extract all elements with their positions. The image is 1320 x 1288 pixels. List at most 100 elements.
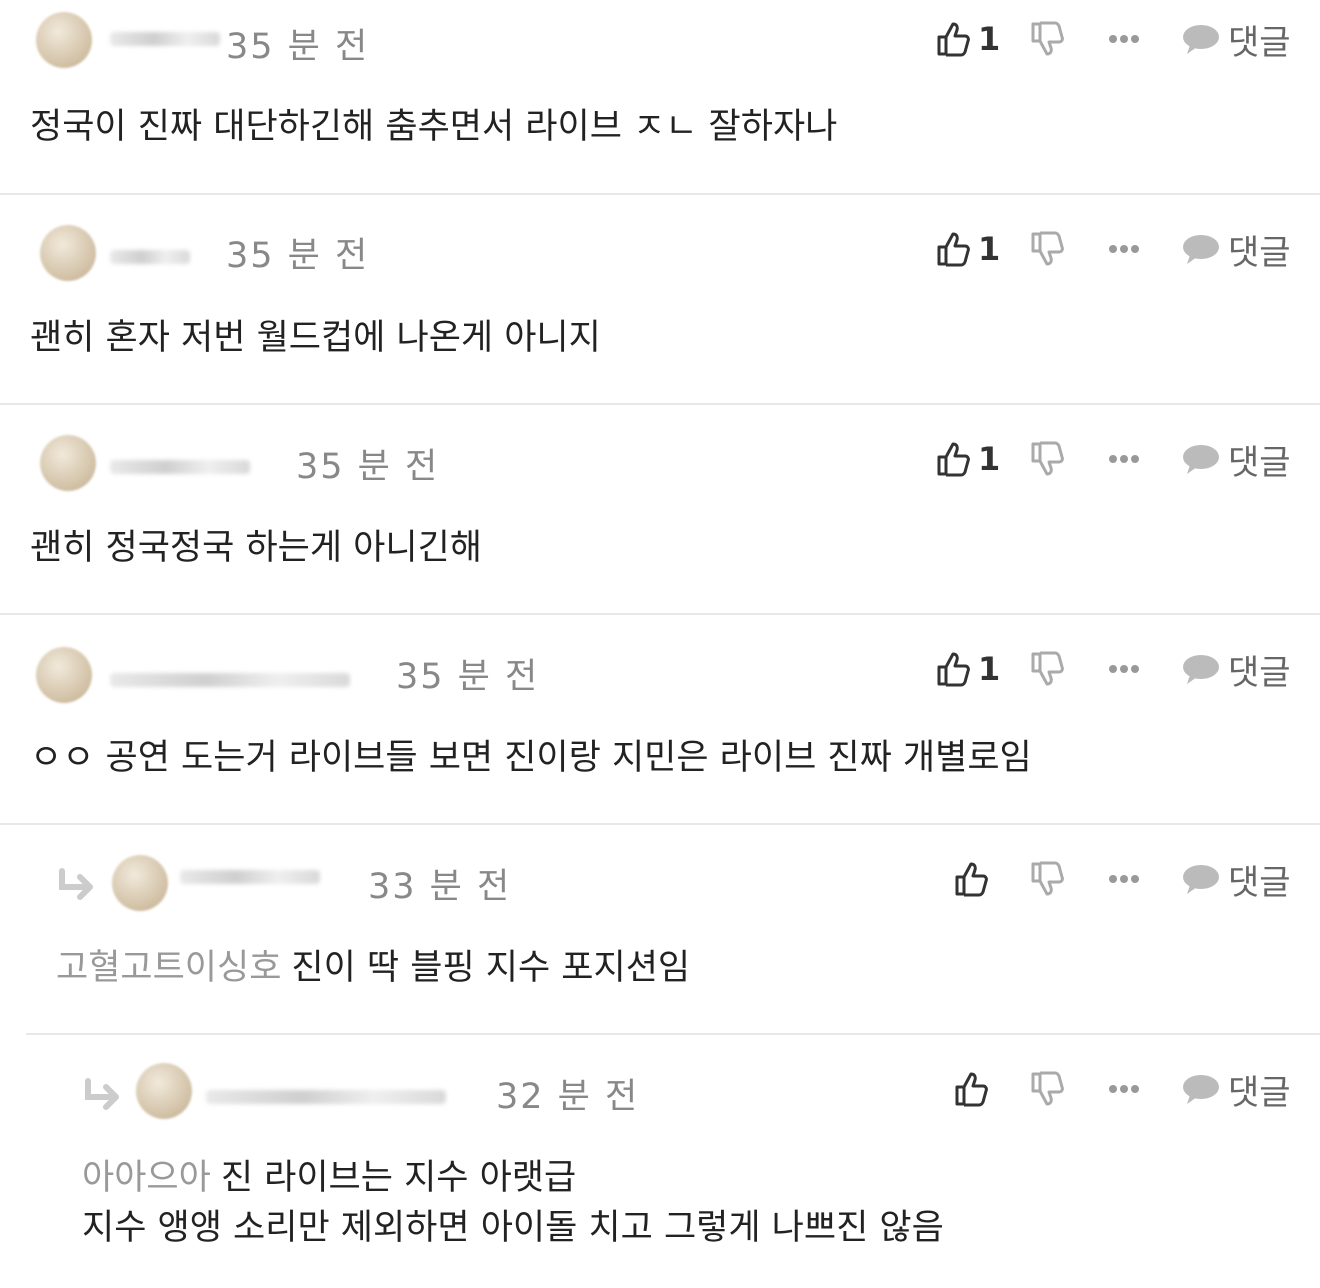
avatar[interactable] [40,435,96,491]
comment-actions: 1 댓글 [930,16,1300,63]
reply-item: 32 분 전 댓글 아아으아 진 라이브는 지수 아랫급 지수 앵앵 소리만 제외… [0,1035,1320,1288]
like-button[interactable] [954,856,988,902]
like-count: 1 [978,230,1001,268]
thumbs-up-icon [937,652,970,687]
comment-time: 32 분 전 [496,1077,640,1117]
more-button[interactable] [1108,226,1140,272]
reply-arrow-icon [59,868,93,900]
nickname[interactable] [110,32,220,46]
thumbs-down-icon [1031,651,1064,686]
thumbs-down-icon [1031,861,1064,896]
more-icon [1109,875,1139,883]
reply-body: 진이 딱 블핑 지수 포지션임 [291,948,691,988]
comment-time: 35 분 전 [226,27,370,67]
avatar[interactable] [36,647,92,703]
dislike-button[interactable] [1030,226,1064,272]
mention[interactable]: 아아으아 [82,1158,211,1198]
dislike-button[interactable] [1030,436,1064,482]
like-button[interactable] [954,1066,988,1112]
avatar[interactable] [136,1063,192,1119]
like-button[interactable]: 1 [936,226,1000,272]
speech-bubble-icon [1183,1075,1219,1104]
reply-button[interactable]: 댓글 [1182,16,1291,63]
like-button[interactable]: 1 [936,646,1000,692]
reply-body: 진 라이브는 지수 아랫급 [220,1158,577,1198]
more-button[interactable] [1108,16,1140,62]
comment-time: 35 분 전 [296,447,440,487]
nickname[interactable] [110,460,250,474]
mention[interactable]: 고혈고트이싱호 [56,948,281,988]
reply-label: 댓글 [1228,652,1291,693]
nickname[interactable] [206,1090,446,1104]
thumbs-down-icon [1031,21,1064,56]
thumbs-up-icon [955,1072,988,1107]
comment-actions: 댓글 [930,1066,1300,1113]
comment-actions: 1 댓글 [930,226,1300,273]
more-icon [1109,245,1139,253]
nickname[interactable] [110,673,350,687]
nickname[interactable] [180,870,320,884]
comment-text: 괜히 정국정국 하는게 아니긴해 [30,528,482,568]
speech-bubble-icon [1183,655,1219,684]
speech-bubble-icon [1183,445,1219,474]
comment-item: 35 분 전 1 댓글 ㅇㅇ 공연 도는거 라이브들 보면 진이랑 지민은 라이… [0,615,1320,825]
thumbs-down-icon [1031,1071,1064,1106]
reply-label: 댓글 [1228,22,1291,63]
dislike-button[interactable] [1030,1066,1064,1112]
avatar[interactable] [112,855,168,911]
dislike-button[interactable] [1030,856,1064,902]
thumbs-down-icon [1031,231,1064,266]
comment-text: ㅇㅇ 공연 도는거 라이브들 보면 진이랑 지민은 라이브 진짜 개별로임 [30,738,1032,778]
reply-button[interactable]: 댓글 [1182,226,1291,273]
reply-button[interactable]: 댓글 [1182,856,1291,903]
comment-item: 35 분 전 1 댓글 정국이 진짜 대단하긴해 춤추면서 라이브 ㅈㄴ 잘하자… [0,0,1320,195]
like-button[interactable]: 1 [936,436,1000,482]
comment-time: 33 분 전 [368,867,512,907]
reply-button[interactable]: 댓글 [1182,646,1291,693]
comment-actions: 댓글 [930,856,1300,903]
thumbs-up-icon [937,232,970,267]
more-button[interactable] [1108,1066,1140,1112]
thumbs-down-icon [1031,441,1064,476]
thumbs-up-icon [937,22,970,57]
more-icon [1109,1085,1139,1093]
comment-time: 35 분 전 [396,657,540,697]
like-count: 1 [978,440,1001,478]
reply-item: 33 분 전 댓글 고혈고트이싱호 진이 딱 블핑 지수 포지션임 [0,825,1320,1035]
avatar[interactable] [36,12,92,68]
more-icon [1109,455,1139,463]
comment-text: 고혈고트이싱호 진이 딱 블핑 지수 포지션임 [56,945,690,992]
reply-label: 댓글 [1228,862,1291,903]
more-icon [1109,665,1139,673]
nickname[interactable] [110,250,190,264]
comment-text: 괜히 혼자 저번 월드컵에 나온게 아니지 [30,318,601,358]
dislike-button[interactable] [1030,16,1064,62]
reply-label: 댓글 [1228,442,1291,483]
reply-label: 댓글 [1228,232,1291,273]
thumbs-up-icon [937,442,970,477]
comment-text: 정국이 진짜 대단하긴해 춤추면서 라이브 ㅈㄴ 잘하자나 [30,107,838,147]
like-count: 1 [978,650,1001,688]
reply-button[interactable]: 댓글 [1182,1066,1291,1113]
like-button[interactable]: 1 [936,16,1000,62]
reply-button[interactable]: 댓글 [1182,436,1291,483]
comment-actions: 1 댓글 [930,646,1300,693]
comment-time: 35 분 전 [226,236,370,276]
more-button[interactable] [1108,436,1140,482]
comment-text-line2: 지수 앵앵 소리만 제외하면 아이돌 치고 그렇게 나쁘진 않음 [82,1208,944,1248]
reply-label: 댓글 [1228,1072,1291,1113]
more-button[interactable] [1108,856,1140,902]
comment-text: 아아으아 진 라이브는 지수 아랫급 [82,1155,576,1202]
comment-actions: 1 댓글 [930,436,1300,483]
avatar[interactable] [40,225,96,281]
reply-arrow-icon [85,1078,119,1110]
thumbs-up-icon [955,862,988,897]
speech-bubble-icon [1183,865,1219,894]
comment-item: 35 분 전 1 댓글 괜히 정국정국 하는게 아니긴해 [0,405,1320,615]
more-button[interactable] [1108,646,1140,692]
like-count: 1 [978,20,1001,58]
speech-bubble-icon [1183,25,1219,54]
dislike-button[interactable] [1030,646,1064,692]
more-icon [1109,35,1139,43]
speech-bubble-icon [1183,235,1219,264]
